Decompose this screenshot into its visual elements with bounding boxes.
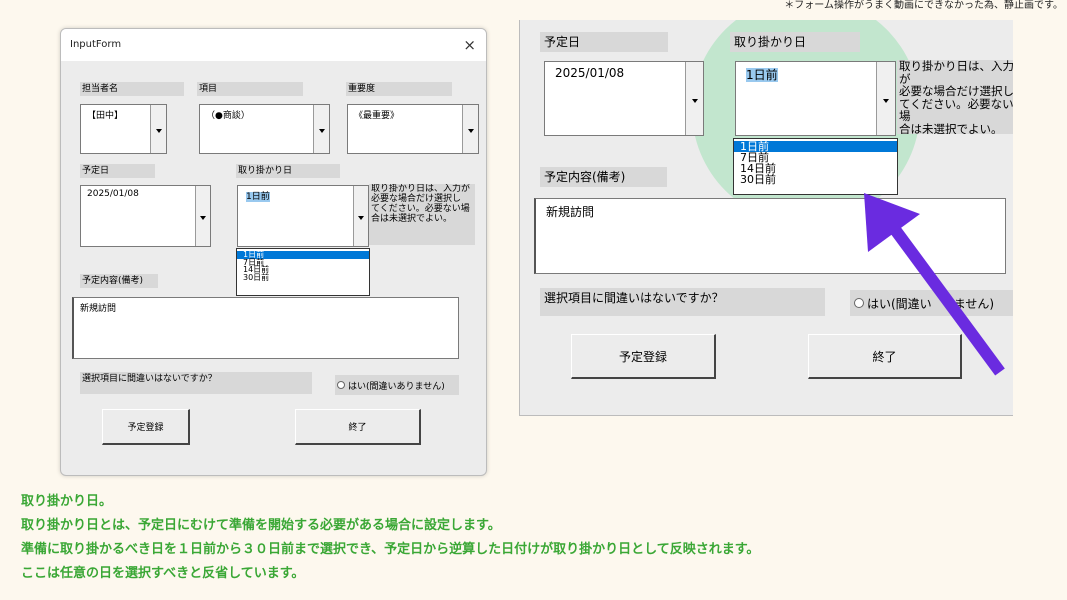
- help-line: 取り掛かり日は、入力が: [899, 60, 1013, 86]
- caption-line: 準備に取り掛かるべき日を１日前から３０日前まで選択でき、予定日から逆算した日付け…: [21, 542, 760, 557]
- memo-label: 予定内容(備考): [80, 274, 158, 288]
- chevron-down-icon[interactable]: [876, 62, 895, 135]
- caption-note: ＊フォーム操作がうまく動画にできなかった為、静止画です。: [784, 0, 1063, 11]
- prep-dropdown-list: 1日前 7日前 14日前 30日前: [733, 138, 898, 195]
- help-line: 合は未選択でよい。: [371, 214, 453, 224]
- memo-textarea[interactable]: 新規訪問: [72, 297, 459, 359]
- chevron-down-icon[interactable]: [150, 105, 166, 153]
- prep-selected-value: 1日前: [746, 68, 778, 82]
- prep-select[interactable]: 1日前: [735, 61, 896, 136]
- date-select[interactable]: 2025/01/08: [544, 61, 704, 136]
- input-form-dialog: InputForm × 担当者名 項目 重要度 【田中】 （●商談） 《最重要》…: [60, 28, 487, 476]
- person-label: 担当者名: [80, 82, 184, 96]
- title-bar: InputForm ×: [61, 29, 486, 61]
- prep-label: 取り掛かり日: [236, 164, 340, 178]
- date-label: 予定日: [80, 164, 155, 178]
- register-button[interactable]: 予定登録: [102, 409, 190, 445]
- pointer-arrow-icon: [864, 193, 1005, 376]
- caption-line: 取り掛かり日。: [21, 494, 113, 509]
- caption-line: ここは任意の日を選択すべきと反省しています。: [21, 566, 305, 581]
- help-line: 取り掛かり日は、入力が: [371, 184, 471, 194]
- arrow-shaft: [883, 216, 1005, 376]
- item-select[interactable]: （●商談）: [199, 104, 330, 154]
- help-line: 必要な場合だけ選択し: [371, 194, 462, 204]
- confirm-label: 選択項目に間違いはないですか？: [80, 372, 312, 394]
- chevron-down-icon[interactable]: [462, 105, 478, 153]
- prep-dropdown-list: 1日前 7日前 14日前 30日前: [236, 248, 370, 296]
- importance-select[interactable]: 《最重要》: [347, 104, 479, 154]
- prep-help-text: 取り掛かり日は、入力が 必要な場合だけ選択し てください。必要ない場 合は未選択…: [369, 184, 475, 245]
- prep-option[interactable]: 30日前: [237, 273, 369, 282]
- chevron-down-icon[interactable]: [685, 62, 703, 135]
- prep-help-text: 取り掛かり日は、入力が 必要な場合だけ選択し てください。必要ない場 合は未選択…: [897, 60, 1013, 134]
- caption-line: 取り掛かり日とは、予定日にむけて準備を開始する必要がある場合に設定します。: [21, 518, 501, 533]
- prep-selected-value: 1日前: [246, 192, 270, 202]
- close-button[interactable]: 終了: [295, 409, 421, 445]
- help-line: 必要な場合だけ選択し: [899, 84, 1013, 98]
- help-line: てください。必要ない場: [899, 96, 1013, 123]
- importance-label: 重要度: [346, 82, 452, 96]
- prep-select[interactable]: 1日前: [237, 185, 369, 247]
- date-select[interactable]: 2025/01/08: [80, 185, 211, 247]
- prep-label: 取り掛かり日: [730, 32, 860, 52]
- chevron-down-icon[interactable]: [313, 105, 329, 153]
- chevron-down-icon[interactable]: [353, 186, 368, 246]
- item-label: 項目: [197, 82, 303, 96]
- close-icon[interactable]: ×: [463, 36, 476, 54]
- help-line: てください。必要ない場: [371, 204, 470, 214]
- radio-circle-icon: [337, 381, 345, 389]
- confirm-radio[interactable]: はい(間違いありません): [335, 375, 459, 395]
- window-title: InputForm: [70, 39, 122, 50]
- register-button[interactable]: 予定登録: [571, 334, 716, 379]
- confirm-label: 選択項目に間違いはないですか？: [540, 288, 825, 316]
- prep-option[interactable]: 30日前: [734, 174, 897, 185]
- memo-label: 予定内容(備考): [540, 167, 667, 187]
- chevron-down-icon[interactable]: [195, 186, 210, 246]
- date-label: 予定日: [540, 32, 668, 52]
- help-line: 合は未選択でよい。: [899, 121, 1003, 134]
- radio-label: はい(間違いありません): [348, 381, 445, 392]
